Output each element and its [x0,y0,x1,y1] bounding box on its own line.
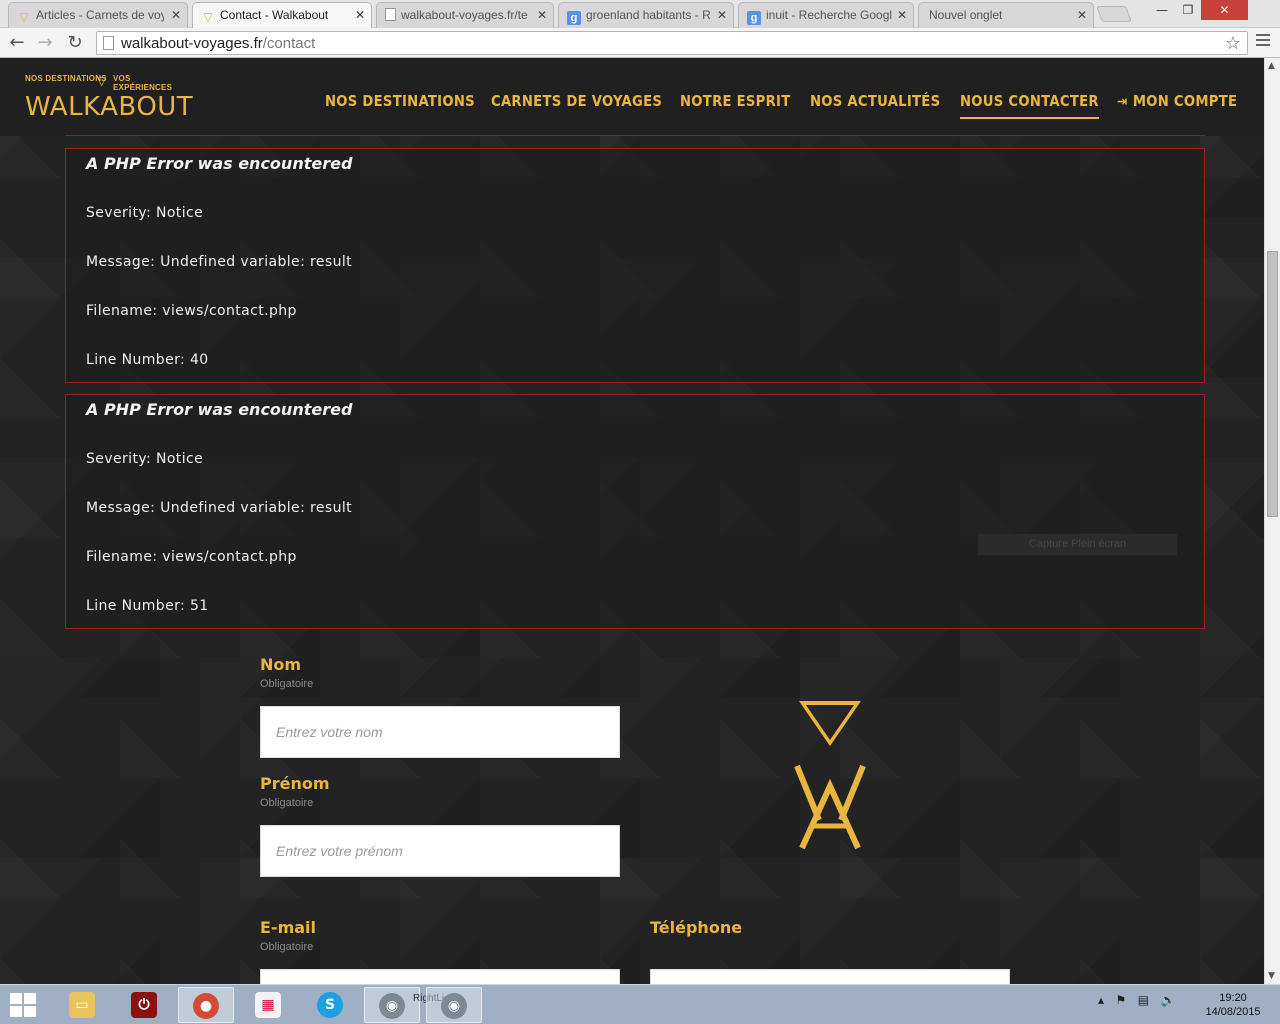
close-tab-icon[interactable]: ✕ [897,8,907,22]
error-message: Message: Undefined variable: result [86,500,353,516]
divider [65,135,1205,136]
error-line-number: Line Number: 51 [86,598,209,614]
nav-mon-compte[interactable]: ⇥ MON COMPTE [1117,92,1237,110]
close-tab-icon[interactable]: ✕ [1077,8,1087,22]
power-icon: ⏻ [131,992,157,1018]
nav-nos-destinations[interactable]: NOS DESTINATIONS [325,92,475,110]
error-heading: A PHP Error was encountered [86,154,353,173]
nom-label: Nom [260,655,302,674]
scroll-up-arrow-icon[interactable]: ▲ [1268,61,1275,71]
volume-icon[interactable]: 🔈 [1161,993,1176,1007]
bookmark-star-icon[interactable]: ☆ [1225,33,1241,54]
maximize-icon[interactable]: ❐ [1175,0,1201,20]
new-tab-button[interactable] [1096,6,1132,22]
taskbar-webcam-1[interactable]: ◉ [364,987,420,1023]
google-icon: g [747,11,761,25]
close-tab-icon[interactable]: ✕ [171,8,181,22]
url-text: walkabout-voyages.fr/contact [121,35,316,52]
taskbar-apps[interactable]: ▦ [240,987,296,1023]
action-center-flag-icon[interactable]: ⚑ [1115,993,1126,1007]
prenom-required: Obligatoire [260,797,314,809]
nav-carnets-de-voyages[interactable]: CARNETS DE VOYAGES [491,92,662,110]
error-severity: Severity: Notice [86,205,204,221]
capture-overlay-label: Capture Plein écran [978,534,1177,555]
scroll-down-arrow-icon[interactable]: ▼ [1268,971,1275,981]
close-tab-icon[interactable]: ✕ [717,8,727,22]
walkabout-triangle-icon: ▽ [19,10,29,24]
apps-grid-icon: ▦ [255,992,281,1018]
page-icon [385,8,396,21]
scrollbar-thumb[interactable] [1267,251,1278,517]
nav-nos-actualites[interactable]: NOS ACTUALITÉS [810,92,940,110]
email-label: E-mail [260,918,317,937]
error-filename: Filename: views/contact.php [86,303,297,319]
error-message: Message: Undefined variable: result [86,254,353,270]
page-icon [103,36,114,50]
google-icon: g [567,11,581,25]
webcam-icon: ◉ [379,993,405,1019]
email-required: Obligatoire [260,941,314,953]
error-heading: A PHP Error was encountered [86,400,353,419]
skype-icon: S [317,992,343,1018]
telephone-label: Téléphone [650,918,743,937]
sign-in-icon: ⇥ [1117,94,1128,110]
browser-tab-active[interactable]: ▽ Contact - Walkabout ✕ [192,2,372,29]
browser-toolbar: ← → ↻ walkabout-voyages.fr/contact ☆ [0,28,1280,58]
webcam-icon: ◉ [441,993,467,1019]
page-viewport: NOS DESTINATIONS ▽ VOS EXPÉRIENCES WALKA… [0,58,1264,984]
browser-tab-strip: ▽ Articles - Carnets de voy ✕ ▽ Contact - … [0,0,1280,29]
close-tab-icon[interactable]: ✕ [537,8,547,22]
walkabout-triangle-icon: ▽ [203,10,213,24]
site-header: NOS DESTINATIONS ▽ VOS EXPÉRIENCES WALKA… [0,58,1264,136]
close-tab-icon[interactable]: ✕ [355,8,365,22]
email-input[interactable] [260,969,620,984]
error-filename: Filename: views/contact.php [86,549,297,565]
php-error-box: A PHP Error was encountered Severity: No… [65,148,1205,383]
nav-nous-contacter[interactable]: NOUS CONTACTER [960,92,1099,119]
error-severity: Severity: Notice [86,451,204,467]
system-clock[interactable]: 19:20 14/08/2015 [1198,991,1268,1019]
prenom-label: Prénom [260,774,330,793]
walkabout-emblem-icon [794,701,866,850]
minimize-icon[interactable]: — [1149,0,1175,20]
php-error-box: A PHP Error was encountered Severity: No… [65,394,1205,629]
logo-triangle-icon: ▽ [97,74,107,88]
browser-tab[interactable]: g groenland habitants - R ✕ [558,2,734,28]
folder-icon: ▭ [69,992,95,1018]
error-line-number: Line Number: 40 [86,352,209,368]
network-icon[interactable]: ▤ [1138,993,1149,1007]
taskbar: ▭ ⏻ ● ▦ S ◉ RightLi ◉ ▴ ⚑ ▤ 🔈 19:20 14/0… [0,984,1280,1024]
taskbar-skype[interactable]: S [302,987,358,1023]
windows-start-button[interactable] [10,993,38,1019]
browser-tab[interactable]: g inuit - Recherche Googl ✕ [738,2,914,28]
reload-icon[interactable]: ↻ [64,32,86,54]
taskbar-chrome[interactable]: ● [178,987,234,1023]
browser-tab[interactable]: ▽ Articles - Carnets de voy ✕ [8,2,188,28]
browser-tab[interactable]: walkabout-voyages.fr/te ✕ [376,2,554,28]
close-window-icon[interactable]: ✕ [1201,0,1248,20]
vertical-scrollbar[interactable]: ▲ ▼ [1264,58,1280,984]
taskbar-webcam-2[interactable]: ◉ [426,987,482,1023]
telephone-input[interactable] [650,969,1010,984]
walkabout-logo[interactable]: NOS DESTINATIONS ▽ VOS EXPÉRIENCES WALKA… [25,74,193,122]
nom-input[interactable] [260,706,620,758]
taskbar-explorer[interactable]: ▭ [54,987,110,1023]
show-hidden-icons-icon[interactable]: ▴ [1098,993,1104,1007]
browser-tab[interactable]: Nouvel onglet ✕ [918,2,1094,28]
system-tray: ▴ ⚑ ▤ 🔈 [1098,993,1175,1007]
nav-notre-esprit[interactable]: NOTRE ESPRIT [680,92,791,110]
address-bar[interactable]: walkabout-voyages.fr/contact ☆ [96,31,1248,55]
chrome-icon: ● [193,993,219,1019]
prenom-input[interactable] [260,825,620,877]
back-arrow-icon[interactable]: ← [6,32,28,54]
forward-arrow-icon[interactable]: → [34,32,56,54]
menu-icon[interactable] [1256,34,1270,49]
taskbar-shutdown[interactable]: ⏻ [116,987,172,1023]
nom-required: Obligatoire [260,678,314,690]
